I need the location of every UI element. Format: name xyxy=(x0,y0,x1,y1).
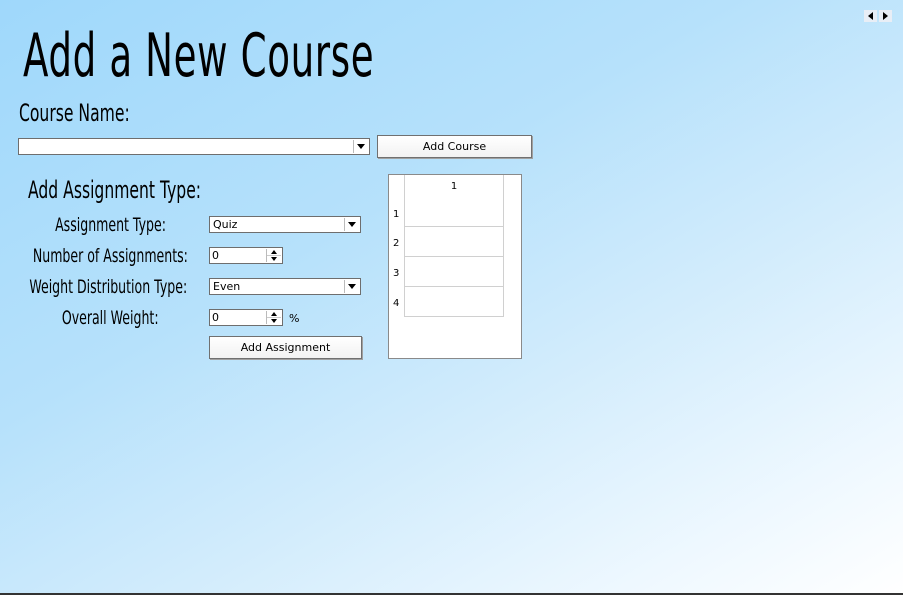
number-of-assignments-label: Number of Assignments: xyxy=(32,245,188,267)
sheet-nav xyxy=(864,10,892,22)
assignment-grid: 1 1 2 3 4 xyxy=(388,174,522,359)
add-assignment-button-label: Add Assignment xyxy=(240,341,331,354)
arrow-left-icon[interactable] xyxy=(864,10,877,22)
course-name-dropdown[interactable] xyxy=(18,138,370,155)
grid-row-number: 2 xyxy=(393,238,400,249)
percent-unit: % xyxy=(289,312,300,325)
grid-column-header: 1 xyxy=(404,175,504,197)
course-name-label: Course Name: xyxy=(19,99,130,127)
chevron-down-icon[interactable] xyxy=(344,218,359,231)
grid-row-number: 4 xyxy=(393,298,400,309)
grid-row-number: 3 xyxy=(393,268,400,279)
spin-down-icon[interactable] xyxy=(267,317,281,324)
assignment-type-dropdown[interactable]: Quiz xyxy=(209,216,361,233)
number-of-assignments-stepper[interactable]: 0 xyxy=(209,247,283,264)
chevron-down-icon[interactable] xyxy=(353,140,368,153)
add-course-button-label: Add Course xyxy=(422,140,487,153)
grid-cell[interactable] xyxy=(404,197,504,227)
overall-weight-label: Overall Weight: xyxy=(62,307,159,329)
page-title: Add a New Course xyxy=(23,21,375,91)
weight-distribution-dropdown[interactable]: Even xyxy=(209,278,361,295)
chevron-down-icon[interactable] xyxy=(344,280,359,293)
add-course-button[interactable]: Add Course xyxy=(377,135,532,158)
spin-down-icon[interactable] xyxy=(267,255,281,262)
add-assignment-heading: Add Assignment Type: xyxy=(28,176,202,204)
overall-weight-stepper[interactable]: 0 xyxy=(209,309,283,326)
add-assignment-button[interactable]: Add Assignment xyxy=(209,336,362,359)
grid-cell[interactable] xyxy=(404,257,504,287)
grid-cell[interactable] xyxy=(404,287,504,317)
grid-row-number: 1 xyxy=(393,209,400,220)
arrow-right-icon[interactable] xyxy=(879,10,892,22)
grid-cell[interactable] xyxy=(404,227,504,257)
overall-weight-value: 0 xyxy=(212,311,219,324)
weight-distribution-value: Even xyxy=(213,280,241,293)
weight-distribution-label: Weight Distribution Type: xyxy=(29,276,187,298)
assignment-type-label: Assignment Type: xyxy=(55,214,166,236)
number-of-assignments-value: 0 xyxy=(212,249,219,262)
assignment-type-value: Quiz xyxy=(213,218,238,231)
